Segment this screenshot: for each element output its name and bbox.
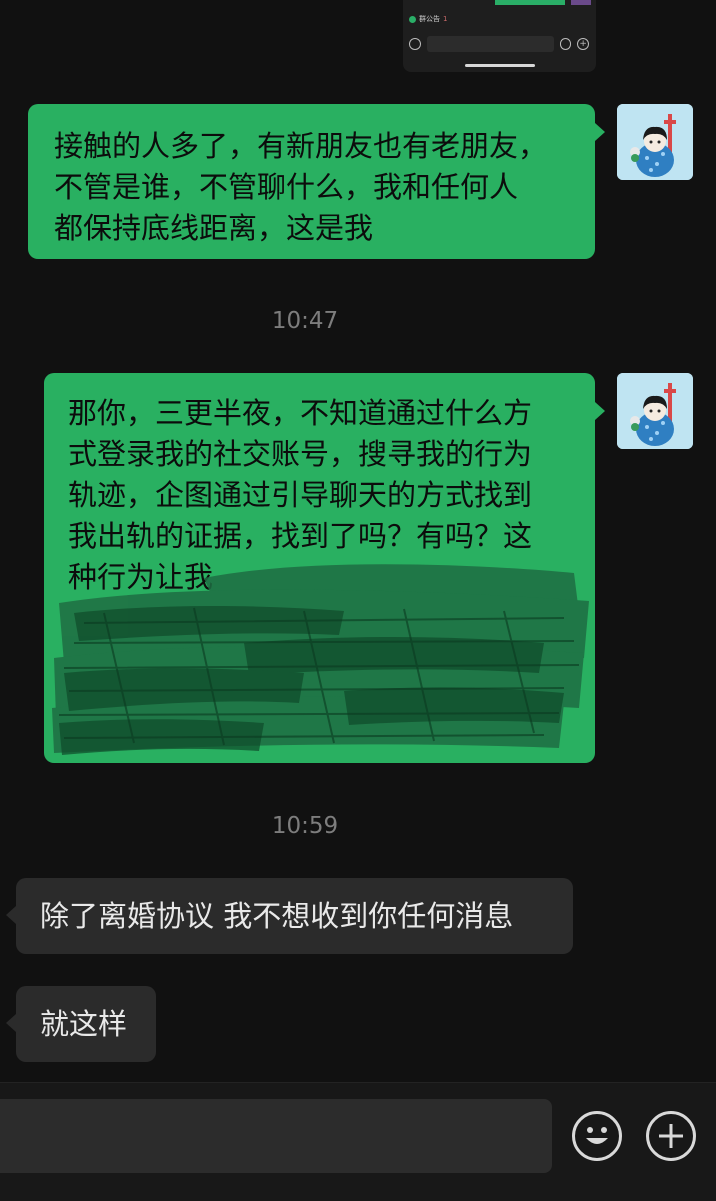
avatar[interactable] — [617, 104, 693, 180]
chat-input-bar — [0, 1082, 716, 1201]
message-line: 式登录我的社交账号，搜寻我的行为 — [68, 437, 533, 471]
thumbnail-input-box — [426, 36, 554, 52]
bubble-tail — [6, 906, 16, 924]
message-line: 不管是谁，不管聊什么，我和任何人 — [54, 170, 519, 204]
avatar-cartoon-icon — [617, 104, 693, 180]
more-button[interactable] — [646, 1111, 696, 1161]
thumbnail-group-notice: 群公告 1 — [409, 12, 447, 26]
notice-dot-icon — [409, 15, 416, 23]
message-input[interactable] — [0, 1099, 552, 1173]
avatar[interactable] — [617, 373, 693, 449]
bubble-tail — [595, 402, 605, 420]
message-bubble-incoming[interactable]: 就这样 — [16, 986, 156, 1062]
timestamp: 10:59 — [271, 813, 339, 839]
thumbnail-emoji-icon — [559, 38, 572, 50]
message-line: 我出轨的证据，找到了吗？有吗？这 — [68, 519, 533, 553]
bubble-tail — [595, 123, 605, 141]
message-line: 那你，三更半夜，不知道通过什么方 — [68, 396, 533, 430]
message-text: 除了离婚协议 我不想收到你任何消息 — [40, 899, 514, 933]
embedded-screenshot-thumbnail[interactable]: 群公告 1 + — [403, 0, 596, 72]
plus-circle-icon — [659, 1124, 683, 1148]
thumbnail-input-row: + — [409, 34, 589, 54]
message-bubble-outgoing[interactable]: 那你，三更半夜，不知道通过什么方 式登录我的社交账号，搜寻我的行为 轨迹，企图通… — [44, 373, 595, 763]
avatar-cartoon-icon — [617, 373, 693, 449]
thumbnail-voice-icon — [409, 38, 421, 50]
message-bubble-incoming[interactable]: 除了离婚协议 我不想收到你任何消息 — [16, 878, 573, 954]
message-text: 就这样 — [40, 1007, 128, 1041]
message-line: 轨迹，企图通过引导聊天的方式找到 — [68, 478, 533, 512]
timestamp: 10:47 — [271, 308, 339, 334]
notice-count: 1 — [443, 15, 448, 23]
thumbnail-green-strip — [495, 0, 565, 5]
notice-label: 群公告 — [419, 15, 440, 23]
bubble-tail — [6, 1014, 16, 1032]
thumbnail-plus-icon: + — [577, 38, 589, 50]
emoji-button[interactable] — [572, 1111, 622, 1161]
smiley-face-icon — [586, 1127, 608, 1144]
message-line: 都保持底线距离，这是我 — [54, 211, 374, 245]
message-line: 种行为让我 — [68, 560, 214, 594]
message-line: 接触的人多了，有新朋友也有老朋友， — [54, 129, 548, 163]
message-bubble-outgoing[interactable]: 接触的人多了，有新朋友也有老朋友， 不管是谁，不管聊什么，我和任何人 都保持底线… — [28, 104, 595, 259]
thumbnail-home-indicator — [465, 64, 535, 67]
thumbnail-purple-strip — [571, 0, 591, 5]
